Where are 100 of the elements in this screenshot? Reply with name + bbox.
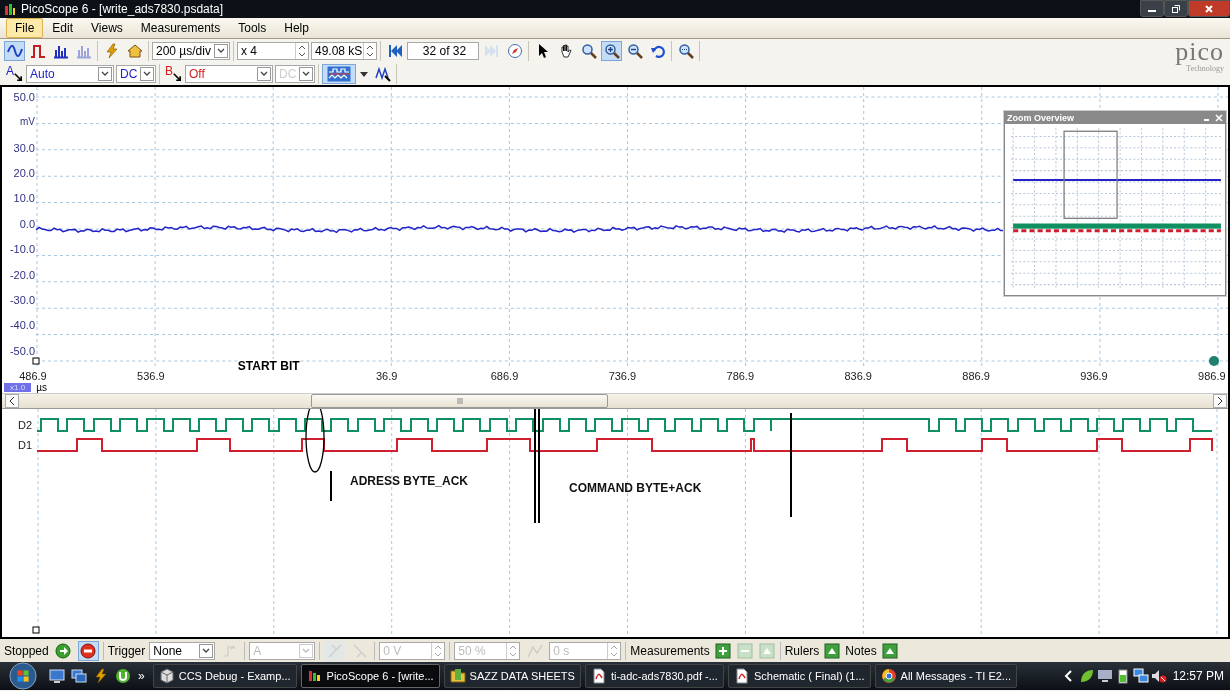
arrow-icon — [14, 73, 22, 81]
channel-button[interactable]: A — [4, 64, 24, 84]
home-icon — [126, 43, 143, 59]
menu-item[interactable]: File — [6, 18, 44, 38]
zoom-in-tool-button[interactable] — [601, 41, 622, 61]
horizontal-scrollbar[interactable] — [2, 393, 1228, 409]
restore-button[interactable] — [1164, 0, 1188, 17]
range-dropdown[interactable]: Off — [185, 65, 274, 83]
task-label: Schematic ( Final) (1... — [753, 670, 865, 682]
bolt-icon[interactable] — [93, 668, 109, 684]
go-icon — [55, 642, 72, 659]
scroll-thumb[interactable] — [311, 394, 608, 408]
task-label: CCS Debug - Examp... — [178, 670, 291, 682]
channel-button[interactable]: B — [163, 64, 184, 84]
compass-icon — [506, 43, 523, 59]
restore-icon — [1171, 3, 1181, 14]
desktop-icon[interactable] — [49, 668, 65, 684]
menu-item[interactable]: Measurements — [131, 18, 230, 38]
axis-label: -30.0 — [8, 292, 36, 308]
stop-button[interactable] — [77, 640, 99, 661]
axis-label: 10.0 — [12, 191, 36, 207]
notes-button[interactable] — [880, 641, 899, 660]
axis-label: 536.9 — [137, 370, 165, 382]
taskbar-button[interactable]: Schematic ( Final) (1... — [727, 664, 871, 688]
axis-label: 736.9 — [608, 370, 637, 382]
axis-label: -50.0 — [8, 343, 36, 359]
minimize-button[interactable] — [1140, 0, 1164, 17]
run-button[interactable] — [52, 640, 74, 661]
minus-icon — [736, 642, 753, 659]
ruler-handle[interactable] — [1208, 356, 1219, 366]
axis-label: 686.9 — [490, 370, 519, 382]
close-icon[interactable] — [1215, 114, 1223, 122]
axis-label: -20.0 — [8, 267, 36, 283]
muted-speaker-icon[interactable] — [1150, 668, 1167, 684]
close-button[interactable] — [1188, 0, 1230, 17]
menu-item[interactable]: Edit — [43, 18, 83, 38]
signal-generator-button[interactable] — [322, 64, 357, 84]
axis-label: 50.0 — [12, 90, 36, 105]
pdf-icon — [590, 668, 607, 684]
falling-edge-icon — [351, 642, 368, 659]
zoom-factor-field[interactable]: x 4 — [237, 42, 309, 60]
axis-label: 0.0 — [18, 216, 36, 232]
trigger-marker — [32, 357, 40, 365]
clock: 12:57 PM — [1172, 669, 1224, 683]
caret-icon — [199, 643, 214, 658]
axis-label: 886.9 — [962, 370, 990, 382]
axis-label: 986.9 — [1198, 370, 1226, 382]
rulers-button[interactable] — [823, 641, 842, 660]
caret-icon — [140, 67, 154, 81]
panel-title: Zoom Overview — [1007, 113, 1076, 123]
timebase-dropdown[interactable]: 200 µs/div — [152, 42, 230, 60]
arrow-icon — [173, 73, 182, 81]
channel-label: D1 — [18, 439, 33, 451]
taskbar-button[interactable]: PicoScope 6 - [write... — [300, 664, 440, 688]
taskbar-button[interactable]: CCS Debug - Examp... — [152, 664, 297, 688]
trigger-label: Trigger — [107, 643, 146, 658]
annotation-text: START BIT — [237, 359, 300, 373]
coupling-dropdown[interactable]: DC — [116, 65, 156, 83]
samples-field[interactable]: 49.08 kS — [311, 42, 377, 60]
scroll-right-button[interactable] — [1213, 394, 1227, 408]
start-button[interactable] — [8, 662, 38, 690]
windows-icon[interactable] — [71, 668, 87, 684]
menu-item[interactable]: Help — [275, 18, 318, 38]
forward-icon — [483, 43, 500, 59]
grip-icon — [456, 397, 463, 405]
caret-icon — [214, 44, 228, 58]
bars-icon — [75, 43, 92, 59]
add-measurement-button[interactable] — [713, 641, 732, 660]
annotation-text: COMMAND BYTE+ACK — [569, 481, 702, 495]
axis-label: 836.9 — [844, 370, 872, 382]
trigger-mode-dropdown[interactable]: None — [149, 641, 216, 660]
monitor-icon[interactable] — [1096, 668, 1113, 684]
wave-icon — [6, 43, 23, 59]
buffer-field[interactable]: 32 of 32 — [407, 42, 479, 60]
app-icon — [4, 2, 16, 16]
wave-view-button[interactable] — [4, 41, 25, 61]
chevron-right-icon — [1217, 397, 1223, 405]
leaf-icon[interactable] — [1078, 668, 1095, 684]
delay-icon — [526, 642, 543, 659]
axis-label: 30.0 — [12, 140, 36, 156]
menu-item[interactable]: Tools — [229, 18, 276, 38]
task-label: SAZZ DATA SHEETS — [469, 670, 575, 682]
axis-label: 20.0 — [12, 166, 36, 182]
taskbar-button[interactable]: SAZZ DATA SHEETS — [443, 664, 581, 688]
task-label: ti-adc-ads7830.pdf -... — [610, 670, 718, 682]
axis-label: 486.9 — [19, 370, 47, 382]
menu-item[interactable]: Views — [82, 18, 132, 38]
network-icon[interactable] — [1132, 668, 1149, 684]
scroll-left-button[interactable] — [5, 394, 19, 408]
app-icon — [306, 668, 323, 684]
scale-badge: x1.0 — [4, 383, 32, 392]
taskbar-button[interactable]: ti-adc-ads7830.pdf -... — [584, 664, 724, 688]
notes-label: Notes — [845, 643, 877, 658]
caret-icon — [98, 67, 112, 81]
close-icon — [1204, 3, 1214, 14]
taskbar-button[interactable]: All Messages - TI E2... — [874, 664, 1017, 688]
spinner-icon — [363, 43, 376, 59]
range-dropdown[interactable]: Auto — [26, 65, 114, 83]
annotation-text: ADRESS BYTE_ACK — [350, 474, 469, 488]
more-button[interactable]: » — [138, 669, 145, 683]
